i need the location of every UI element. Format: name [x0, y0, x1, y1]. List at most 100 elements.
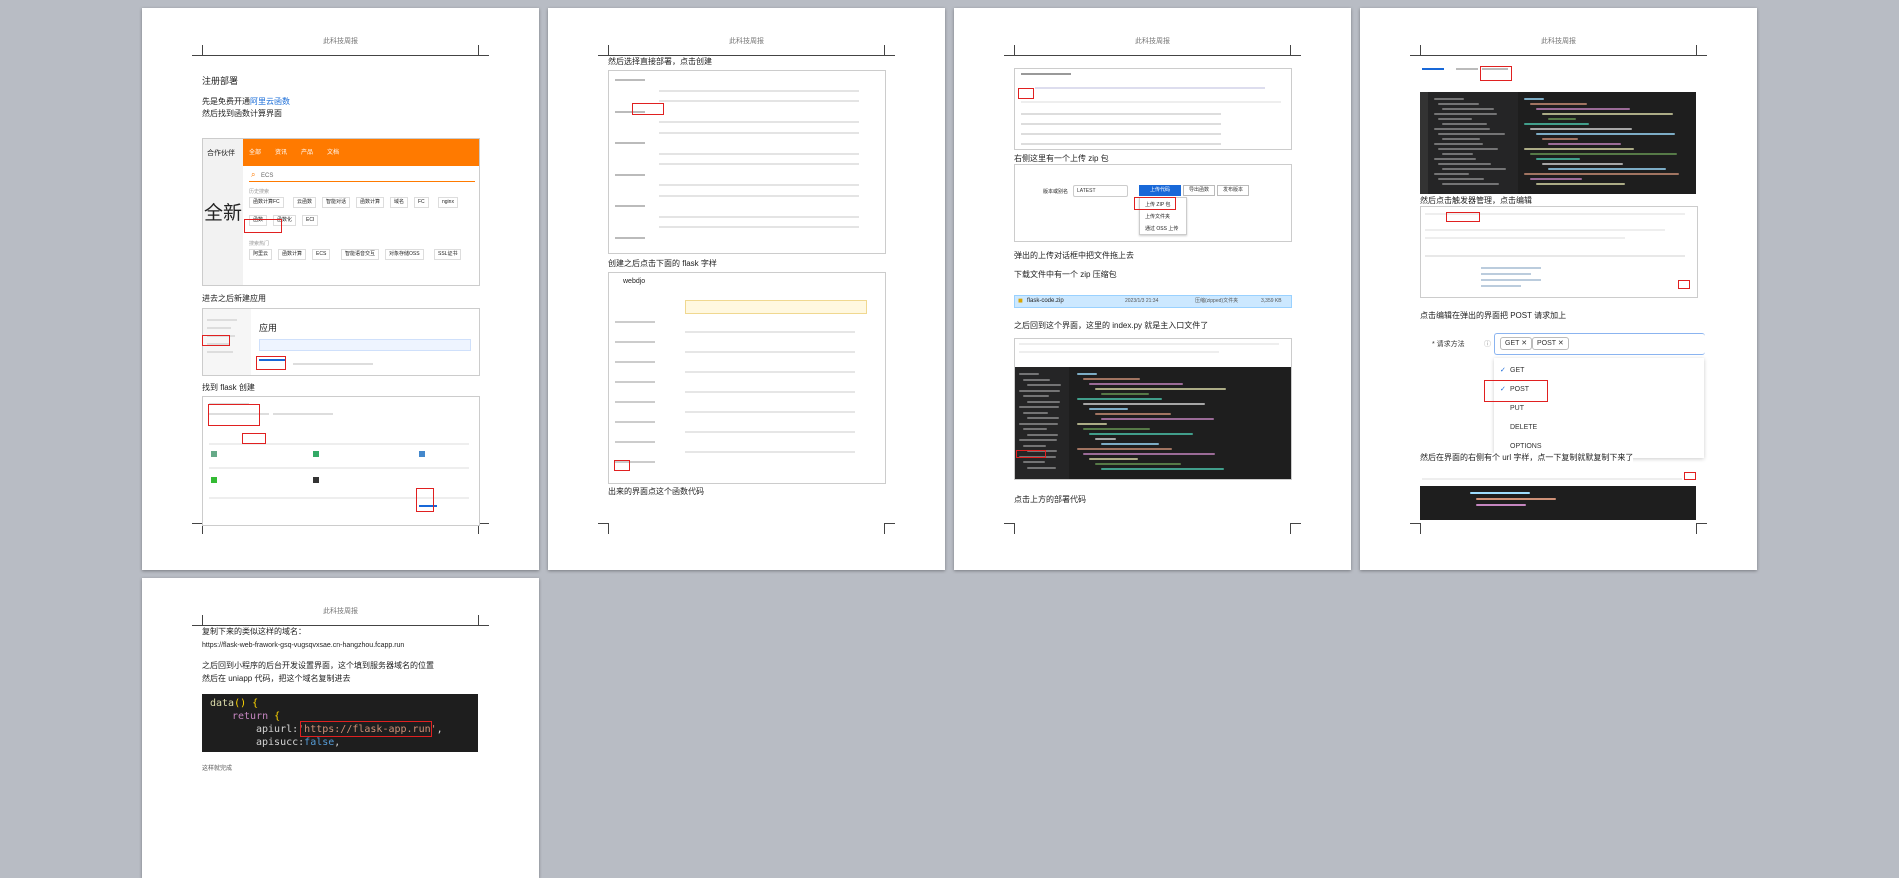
tab-news[interactable]: 资讯: [275, 148, 287, 158]
file-tree-item[interactable]: [1019, 422, 1058, 425]
text-line: 之后回到小程序的后台开发设置界面，这个填到服务器域名的位置: [202, 661, 434, 670]
zip-icon: ■: [1018, 296, 1023, 305]
export-function-button[interactable]: 导出函数: [1183, 185, 1215, 196]
tab-all[interactable]: 全部: [249, 148, 261, 158]
search-chip[interactable]: 函数计算: [356, 197, 385, 208]
publish-version-button[interactable]: 发布版本: [1217, 185, 1249, 196]
crop-mark: [478, 615, 489, 626]
file-tree-item[interactable]: [1023, 444, 1046, 447]
highlight-template: [208, 404, 260, 426]
form-row: [659, 215, 859, 218]
text-line: 复制下来的类似这样的域名：: [202, 627, 306, 636]
detail-row: [685, 371, 855, 373]
file-tree-item[interactable]: [1442, 183, 1499, 185]
file-tree-item[interactable]: [1442, 153, 1473, 155]
detail-row: [685, 451, 855, 453]
file-tree-item[interactable]: [1442, 123, 1487, 125]
code-line: [1083, 378, 1140, 380]
tab-product[interactable]: 产品: [301, 148, 313, 158]
search-chip[interactable]: 函数计算: [278, 249, 307, 260]
option-delete[interactable]: DELETE: [1510, 423, 1537, 433]
search-chip[interactable]: nginx: [438, 197, 458, 208]
upload-code-button[interactable]: 上传代码: [1139, 185, 1181, 196]
file-tree-item[interactable]: [1442, 138, 1480, 140]
highlight-code-tab: [1018, 88, 1034, 99]
file-tree-item[interactable]: [1019, 389, 1060, 392]
file-tree-item[interactable]: [1027, 466, 1056, 469]
search-chip[interactable]: 对象存储OSS: [385, 249, 424, 260]
search-chip[interactable]: 阿里云: [249, 249, 273, 260]
file-tree-item[interactable]: [1438, 163, 1491, 165]
file-tree-item[interactable]: [1027, 433, 1058, 436]
form-row: [659, 152, 859, 155]
file-tree-item[interactable]: [1027, 384, 1061, 386]
file-tree-item[interactable]: [1023, 461, 1045, 463]
screenshot-apps: 应用: [202, 308, 480, 376]
file-tree-item[interactable]: [1442, 108, 1494, 110]
file-tree-item[interactable]: [1019, 439, 1057, 441]
file-tree-item[interactable]: [1434, 173, 1469, 175]
option-get[interactable]: GET: [1510, 366, 1524, 376]
link-fc[interactable]: 阿里云函数: [250, 97, 290, 106]
file-tree-item[interactable]: [1027, 400, 1060, 403]
search-chip[interactable]: ECI: [302, 215, 319, 226]
highlight-deploy: [1480, 66, 1512, 81]
code-fn: data: [210, 698, 235, 709]
menu-upload-oss[interactable]: 通过 OSS 上传: [1145, 224, 1178, 234]
tag-get[interactable]: GET ✕: [1500, 337, 1533, 350]
file-tree-item[interactable]: [1027, 417, 1059, 419]
file-tree-item[interactable]: [1442, 168, 1506, 170]
highlight-create-button: [256, 356, 286, 370]
method-label: * 请求方法: [1432, 341, 1465, 348]
file-tree-item[interactable]: [1023, 411, 1048, 414]
code-line: [1089, 458, 1138, 460]
code-key-apisucc: apisucc:: [256, 737, 305, 748]
file-tree-item[interactable]: [1023, 378, 1050, 381]
file-tree-item[interactable]: [1438, 103, 1479, 105]
code-line: [1083, 403, 1205, 405]
search-chip[interactable]: 智能语音交互: [341, 249, 380, 260]
form-row: [615, 205, 645, 207]
apps-title: 应用: [259, 323, 278, 333]
hot-label: 搜索热门: [249, 241, 270, 247]
search-chip[interactable]: FC: [414, 197, 429, 208]
file-tree-item[interactable]: [1438, 178, 1484, 180]
code-line: [1524, 148, 1634, 150]
search-chip[interactable]: 智能对话: [322, 197, 351, 208]
search-input[interactable]: ECS: [261, 171, 273, 181]
crop-mark: [598, 523, 609, 534]
option-options[interactable]: OPTIONS: [1510, 442, 1542, 452]
text-line: 右侧这里有一个上传 zip 包: [1014, 154, 1109, 163]
file-name[interactable]: flask-code.zip: [1027, 296, 1064, 306]
file-tree-item[interactable]: [1434, 143, 1483, 145]
tag-post[interactable]: POST ✕: [1532, 337, 1569, 350]
file-tree-item[interactable]: [1023, 395, 1049, 397]
text-line: 弹出的上传对话框中把文件拖上去: [1014, 251, 1134, 260]
search-chip[interactable]: 云函数: [293, 197, 317, 208]
file-tree-item[interactable]: [1434, 128, 1490, 130]
search-chip[interactable]: 域名: [390, 197, 409, 208]
file-tree-item[interactable]: [1434, 113, 1497, 115]
file-tree-item[interactable]: [1023, 428, 1047, 430]
highlight-trigger-tab: [1446, 212, 1480, 222]
file-tree-item[interactable]: [1438, 133, 1505, 135]
file-tree-item[interactable]: [1438, 148, 1498, 150]
form-row: [615, 173, 645, 176]
file-tree-item[interactable]: [1438, 118, 1472, 120]
menu-upload-folder[interactable]: 上传文件夹: [1145, 212, 1170, 222]
option-put[interactable]: PUT: [1510, 404, 1524, 414]
hero-text: 全新: [204, 203, 243, 224]
version-select[interactable]: LATEST: [1073, 185, 1128, 197]
header-rule: [608, 55, 885, 56]
file-tree-item[interactable]: [1434, 158, 1476, 160]
file-tree-item[interactable]: [1434, 98, 1464, 100]
search-chip[interactable]: SSL证书: [434, 249, 462, 260]
file-tree-item[interactable]: [1019, 373, 1039, 375]
test-button[interactable]: [1456, 68, 1478, 70]
search-chip[interactable]: 函数计算FC: [249, 197, 284, 208]
deploy-button[interactable]: [1422, 68, 1444, 70]
search-chip[interactable]: ECS: [312, 249, 331, 260]
code-line: [1101, 393, 1149, 395]
file-tree-item[interactable]: [1019, 406, 1059, 408]
tab-docs[interactable]: 文档: [327, 148, 339, 158]
